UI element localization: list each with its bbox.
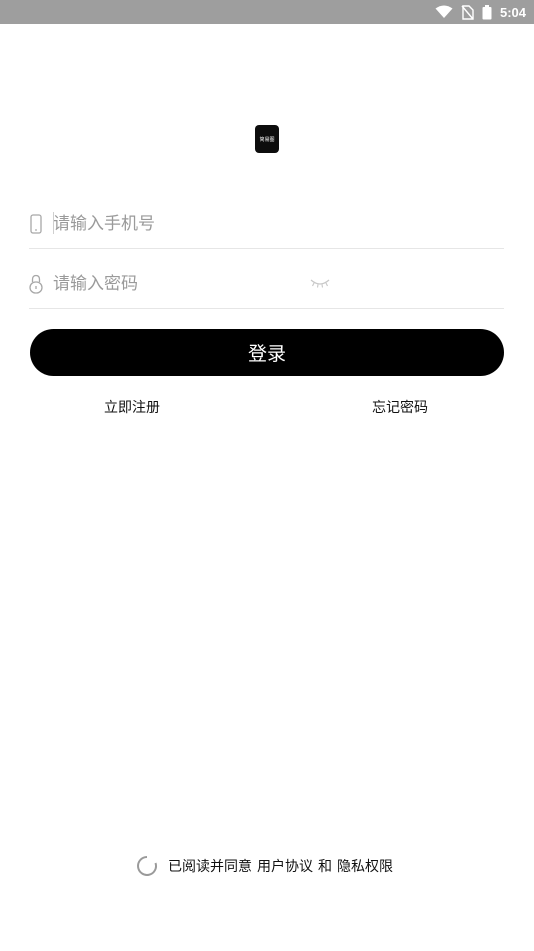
agreement-row: 已阅读并同意 用户协议 和 隐私权限 <box>136 855 393 877</box>
app-logo: 简易图 <box>255 125 279 153</box>
loading-circle-icon <box>137 856 157 876</box>
password-field <box>29 260 504 309</box>
phone-field <box>29 200 504 249</box>
login-screen: 5:04 简易图 请输入手机号 登录 立即注册 忘记密码 已阅读并同意 用户协议… <box>0 0 534 951</box>
privacy-link[interactable]: 隐私权限 <box>337 856 393 876</box>
app-logo-text: 简易图 <box>259 136 275 143</box>
agreement-checkbox[interactable] <box>136 855 158 877</box>
status-bar: 5:04 <box>0 0 534 24</box>
eye-closed-icon[interactable] <box>309 276 331 290</box>
no-sim-icon <box>461 4 474 20</box>
phone-icon <box>29 214 43 234</box>
agreement-prefix: 已阅读并同意 <box>168 859 252 875</box>
register-link[interactable]: 立即注册 <box>104 397 160 417</box>
wifi-icon <box>435 5 453 19</box>
phone-input[interactable] <box>53 214 293 234</box>
user-agreement-link[interactable]: 用户协议 <box>257 856 313 876</box>
password-input[interactable] <box>53 274 293 294</box>
lock-icon <box>29 274 43 294</box>
status-time: 5:04 <box>499 4 526 20</box>
battery-icon <box>482 4 492 20</box>
login-button[interactable]: 登录 <box>30 329 504 376</box>
text-cursor <box>53 212 54 234</box>
forgot-password-link[interactable]: 忘记密码 <box>372 397 428 417</box>
agreement-conjunction: 和 <box>318 859 332 875</box>
